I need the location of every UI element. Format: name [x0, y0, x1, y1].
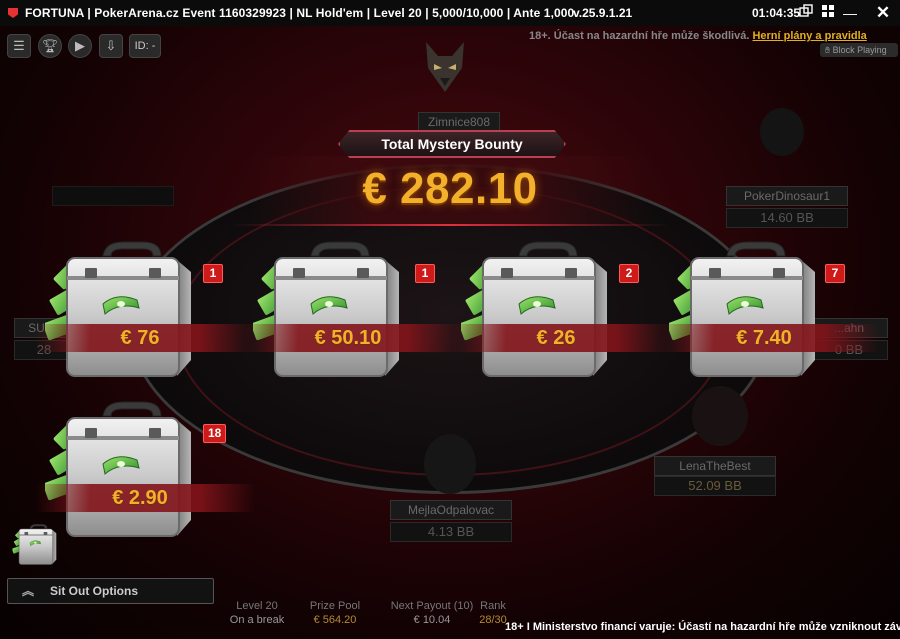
mejla-avatar[interactable] [424, 434, 476, 494]
ninja-avatar[interactable] [760, 108, 804, 156]
level-value: On a break [229, 614, 285, 626]
case-value: € 76 [120, 327, 160, 349]
seat-6-name: MejlaOdpalovac [390, 500, 512, 520]
sit-out-options-button[interactable]: ︽ Sit Out Options [7, 578, 214, 604]
next-payout-label: Next Payout (10) [390, 600, 474, 612]
play-replay-icon[interactable]: ▶ [68, 34, 92, 58]
rank-value: 28/30 [479, 614, 507, 626]
hand-icon: ✋︎ [825, 45, 833, 55]
minimize-window-button[interactable]: — [841, 4, 859, 22]
case-count-badge: 7 [825, 264, 845, 283]
case-value: € 50.10 [314, 327, 382, 349]
block-playing-button[interactable]: ✋︎ Block Playing [820, 43, 898, 57]
level-info: Level 20 On a break [222, 600, 292, 626]
poker-table-area: ☰ 🏆︎ ▶ ⇩ ID: - 18+. Účast na hazardní hř… [0, 26, 900, 639]
bounty-title: Total Mystery Bounty [381, 136, 523, 152]
level-label: Level 20 [236, 600, 278, 612]
case-value: € 7.40 [736, 327, 792, 349]
restore-window-icon[interactable] [797, 4, 815, 22]
case-value: € 2.90 [112, 487, 168, 509]
bounty-total-amount: € 282.10 [362, 164, 538, 213]
case-value: € 26 [536, 327, 576, 349]
seat-2-stack: 14.60 BB [726, 208, 848, 228]
lena-avatar[interactable] [692, 386, 748, 446]
double-chevron-up-icon: ︽ [22, 584, 35, 598]
clock: 01:04:35 [752, 6, 801, 20]
briefcase-5[interactable]: € 2.90 18 [35, 398, 255, 548]
case-count-badge: 1 [203, 264, 223, 283]
seat-2-name: PokerDinosaur1 [726, 186, 848, 206]
briefcase-icon [45, 238, 195, 388]
seat-6-stack: 4.13 BB [390, 522, 512, 542]
bounty-divider [230, 224, 670, 226]
game-rules-link[interactable]: Herní plány a pravidla [752, 30, 866, 42]
prize-pool-value: € 564.20 [313, 614, 357, 626]
gambling-warning-top: 18+. Účast na hazardní hře může škodlivá… [529, 30, 867, 42]
seat-5-stack: 52.09 BB [654, 476, 776, 496]
briefcase-4[interactable]: € 7.40 7 [659, 238, 879, 388]
gambling-warning-bottom: 18+ I Ministerstvo financí varuje: Účast… [505, 621, 900, 633]
block-playing-label: Block Playing [832, 45, 887, 55]
briefcase-icon [669, 238, 819, 388]
download-icon[interactable]: ⇩ [99, 34, 123, 58]
app-version: v.25.9.1.21 [573, 6, 633, 20]
next-payout-info: Next Payout (10) € 10.04 [386, 600, 478, 626]
window-title: FORTUNA | PokerArena.cz Event 1160329923… [25, 6, 575, 20]
briefcase-icon [461, 238, 611, 388]
table-id-field[interactable]: ID: - [129, 34, 161, 58]
case-count-badge: 2 [619, 264, 639, 283]
tile-windows-icon[interactable] [819, 4, 837, 22]
case-count-badge: 1 [415, 264, 435, 283]
rank-info: Rank 28/30 [478, 600, 508, 626]
briefcase-2[interactable]: € 50.10 1 [243, 238, 463, 388]
sit-out-label: Sit Out Options [50, 584, 138, 598]
seat-5-name: LenaTheBest [654, 456, 776, 476]
close-window-button[interactable]: ✕ [874, 4, 892, 22]
menu-button[interactable]: ☰ [7, 34, 31, 58]
trophy-icon[interactable]: 🏆︎ [38, 34, 62, 58]
next-payout-value: € 10.04 [413, 614, 451, 626]
warning-text: 18+. Účast na hazardní hře může škodlivá… [529, 30, 750, 42]
prize-pool-label: Prize Pool [309, 600, 361, 612]
wolf-avatar[interactable] [420, 38, 470, 94]
briefcase-icon [253, 238, 403, 388]
mystery-bounty-mini-icon[interactable] [10, 523, 60, 573]
briefcase-3[interactable]: € 26 2 [451, 238, 671, 388]
briefcase-1[interactable]: € 76 1 [35, 238, 255, 388]
prize-pool-info: Prize Pool € 564.20 [300, 600, 370, 626]
briefcase-icon [45, 398, 195, 548]
case-count-badge: 18 [203, 424, 227, 443]
seat-empty-left [52, 186, 174, 206]
seat-1-name: Zimnice808 [418, 112, 500, 132]
rank-label: Rank [480, 600, 506, 612]
fortuna-logo-icon [8, 8, 18, 18]
